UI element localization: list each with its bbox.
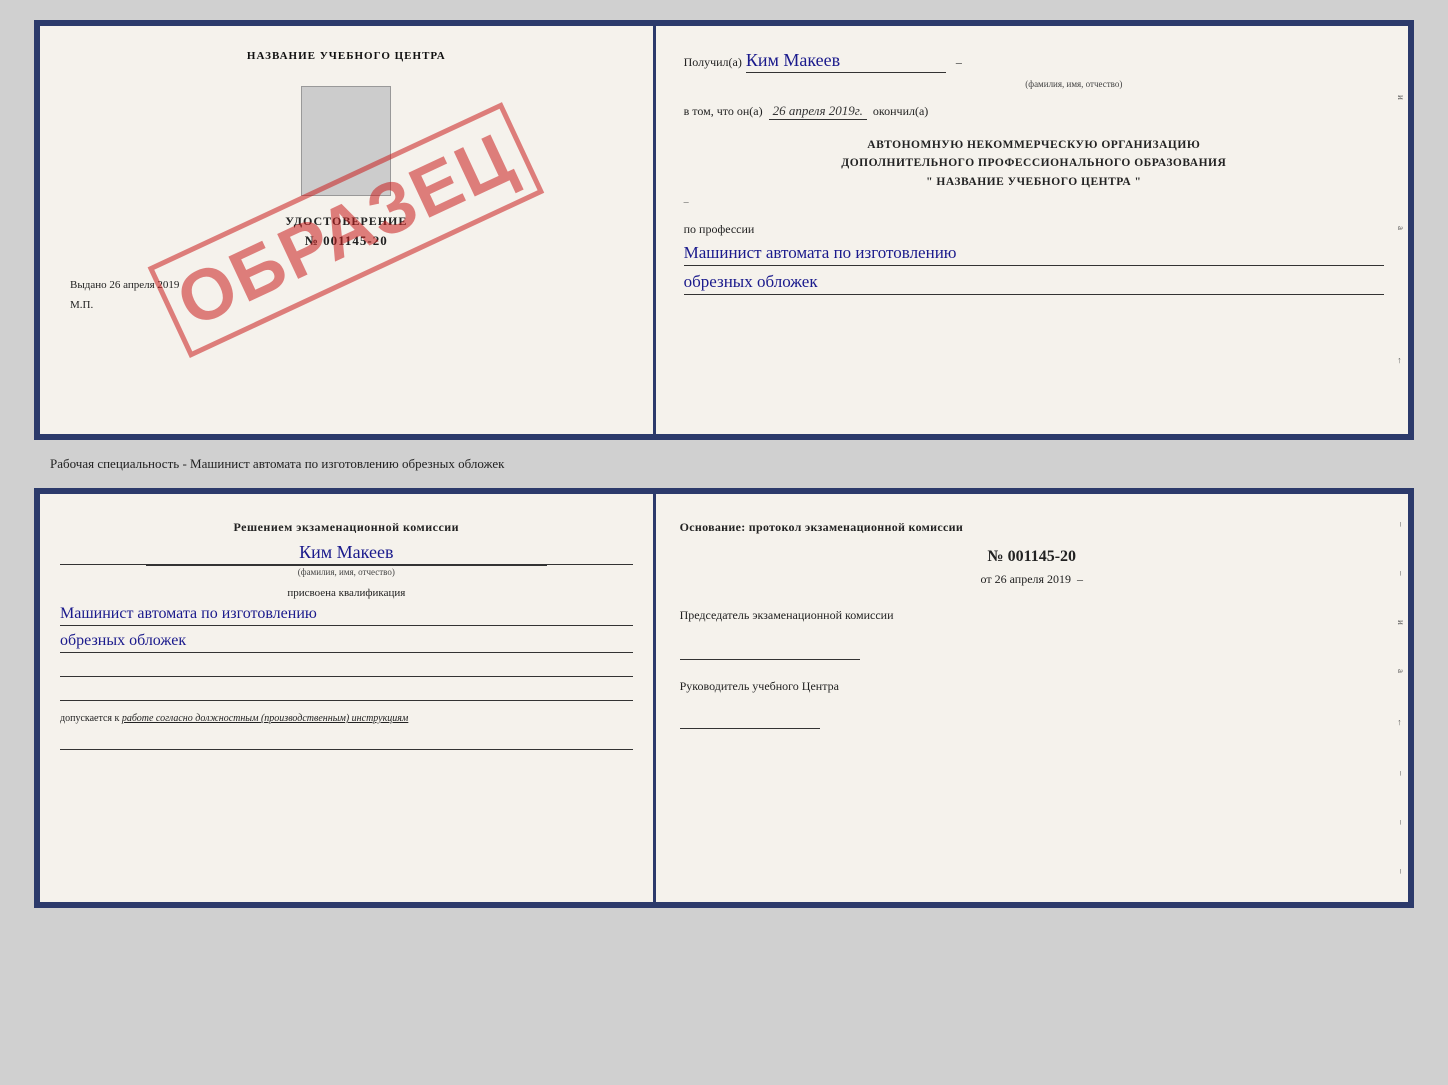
commission-person-name: Ким Макеев <box>60 542 633 565</box>
profession-label: по профессии <box>684 222 1384 237</box>
org-block: АВТОНОМНУЮ НЕКОММЕРЧЕСКУЮ ОРГАНИЗАЦИЮ ДО… <box>684 136 1384 191</box>
received-prefix: Получил(а) <box>684 55 742 70</box>
bottom-edge-mark3: – <box>1396 771 1406 776</box>
allowed-text: допускается к работе согласно должностны… <box>60 711 408 726</box>
recipient-name: Ким Макеев <box>746 50 946 73</box>
profession-line2: обрезных обложек <box>684 272 1384 295</box>
right-edge-marks: и а ← <box>1394 26 1408 434</box>
bottom-document: Решением экзаменационной комиссии Ким Ма… <box>34 488 1414 908</box>
blank-line1 <box>60 661 633 677</box>
issued-line: Выдано 26 апреля 2019 <box>70 279 179 291</box>
bottom-edge-mark-a: а <box>1396 669 1406 673</box>
date-postfix: окончил(а) <box>873 104 928 119</box>
date-line: в том, что он(а) 26 апреля 2019г. окончи… <box>684 103 1384 120</box>
top-document: НАЗВАНИЕ УЧЕБНОГО ЦЕНТРА УДОСТОВЕРЕНИЕ №… <box>34 20 1414 440</box>
edge-mark-a: а <box>1396 226 1406 230</box>
head-label: Руководитель учебного Центра <box>680 678 1384 695</box>
commission-header: Решением экзаменационной комиссии <box>60 518 633 536</box>
protocol-date-dash: – <box>1074 572 1083 586</box>
basis-label: Основание: протокол экзаменационной коми… <box>680 518 1384 536</box>
completion-date: 26 апреля 2019г. <box>769 103 867 120</box>
bottom-edge-mark2: – <box>1396 571 1406 576</box>
org-line3: " НАЗВАНИЕ УЧЕБНОГО ЦЕНТРА " <box>684 173 1384 191</box>
mp-line: М.П. <box>70 299 93 311</box>
edge-mark-arrow: ← <box>1396 356 1406 365</box>
chairman-label: Председатель экзаменационной комиссии <box>680 607 1384 624</box>
bottom-right-edge-marks: – – и а ← – – – <box>1394 494 1408 902</box>
fio-sub-label: (фамилия, имя, отчество) <box>764 79 1384 89</box>
date-prefix: в том, что он(а) <box>684 104 763 119</box>
bottom-doc-right: Основание: протокол экзаменационной коми… <box>656 494 1408 902</box>
bottom-edge-mark5: – <box>1396 869 1406 874</box>
protocol-date: от 26 апреля 2019 – <box>680 572 1384 587</box>
chairman-signature-line <box>680 644 860 660</box>
edge-mark-i: и <box>1396 95 1406 100</box>
assigned-label: присвоена квалификация <box>60 587 633 599</box>
org-line2: ДОПОЛНИТЕЛЬНОГО ПРОФЕССИОНАЛЬНОГО ОБРАЗО… <box>684 154 1384 172</box>
protocol-date-prefix: от <box>981 572 992 586</box>
caption-line: Рабочая специальность - Машинист автомат… <box>50 456 504 472</box>
bottom-fio-sub: (фамилия, имя, отчество) <box>146 565 547 577</box>
profession-line1: Машинист автомата по изготовлению <box>684 243 1384 266</box>
allowed-content: работе согласно должностным (производств… <box>122 713 408 724</box>
right-dash1: – <box>684 197 689 208</box>
top-doc-right: Получил(а) Ким Макеев – (фамилия, имя, о… <box>656 26 1408 434</box>
bottom-edge-mark1: – <box>1396 522 1406 527</box>
qual-line2: обрезных обложек <box>60 632 633 653</box>
bottom-edge-mark-arrow: ← <box>1396 718 1406 727</box>
bottom-edge-mark-i: и <box>1396 620 1406 625</box>
bottom-doc-left: Решением экзаменационной комиссии Ким Ма… <box>40 494 656 902</box>
dash-after-name: – <box>950 55 962 70</box>
top-left-title: НАЗВАНИЕ УЧЕБНОГО ЦЕНТРА <box>247 50 446 62</box>
blank-line2 <box>60 685 633 701</box>
blank-line3 <box>60 734 633 750</box>
protocol-date-value: 26 апреля 2019 <box>995 572 1071 586</box>
org-line1: АВТОНОМНУЮ НЕКОММЕРЧЕСКУЮ ОРГАНИЗАЦИЮ <box>684 136 1384 154</box>
qual-line1: Машинист автомата по изготовлению <box>60 605 633 626</box>
fio-sublabel-container: (фамилия, имя, отчество) <box>684 79 1384 89</box>
photo-placeholder <box>301 86 391 196</box>
allowed-prefix: допускается к <box>60 713 119 724</box>
protocol-number: № 001145-20 <box>680 548 1384 566</box>
bottom-edge-mark4: – <box>1396 820 1406 825</box>
cert-label: УДОСТОВЕРЕНИЕ <box>285 214 407 229</box>
received-line: Получил(а) Ким Макеев – <box>684 50 1384 73</box>
top-doc-left: НАЗВАНИЕ УЧЕБНОГО ЦЕНТРА УДОСТОВЕРЕНИЕ №… <box>40 26 656 434</box>
cert-number: № 001145-20 <box>305 233 388 249</box>
head-signature-line <box>680 713 820 729</box>
